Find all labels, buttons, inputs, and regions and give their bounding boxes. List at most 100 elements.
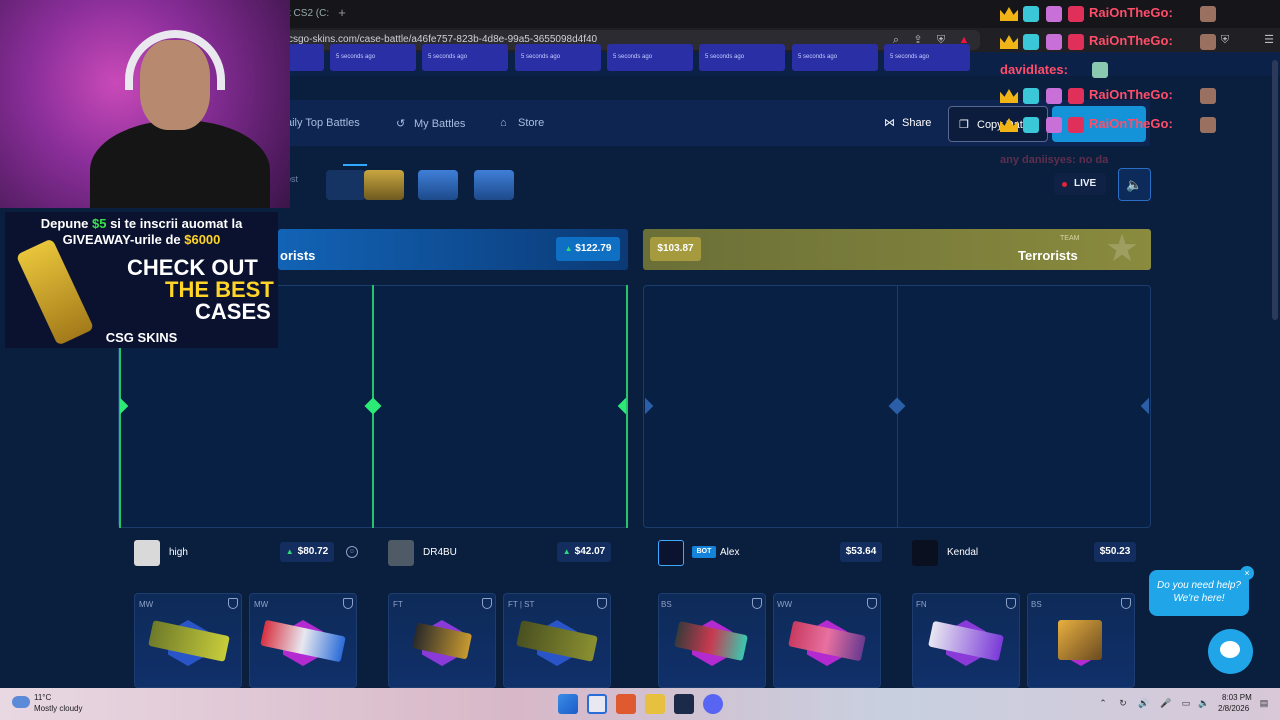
item-wear: FT | ST — [508, 600, 535, 609]
sponsor-ad: Depune $5 si te inscrii auomat la GIVEAW… — [5, 212, 278, 348]
store-link[interactable]: ⌂ Store — [500, 117, 544, 129]
sub-badge-icon — [1023, 6, 1039, 22]
avatar[interactable] — [134, 540, 160, 566]
item-wear: BS — [1031, 600, 1042, 609]
player-name[interactable]: Kendal — [947, 547, 978, 558]
ct-team-value-text: $122.79 — [575, 243, 612, 254]
ad-text: GIVEAWAY-urile de — [62, 232, 185, 247]
chat-message-faded: any daniisyes: no da — [1000, 154, 1109, 166]
notification-icon[interactable]: ▤ — [1259, 698, 1269, 708]
emote-icon — [1200, 6, 1216, 22]
store-label: Store — [518, 117, 545, 129]
recent-battle-time: 5 seconds ago — [521, 54, 561, 60]
shield-icon — [867, 598, 877, 609]
avatar[interactable] — [388, 540, 414, 566]
case-thumbnail[interactable] — [326, 170, 366, 200]
item-wear: MW — [254, 600, 269, 609]
weather-temperature[interactable]: 11°C — [34, 693, 51, 702]
shield-icon — [1121, 598, 1131, 609]
volume-icon[interactable]: 🔉 — [1198, 698, 1209, 708]
item-wear: FN — [916, 600, 927, 609]
taskbar — [0, 688, 1280, 720]
channel-badge-icon — [1068, 88, 1084, 104]
weather-description[interactable]: Mostly cloudy — [34, 704, 82, 713]
recent-battle-card[interactable] — [288, 44, 324, 71]
avatar[interactable] — [912, 540, 938, 566]
ad-amount: $6000 — [184, 232, 221, 247]
bot-badge: BOT — [692, 546, 716, 558]
clock-date[interactable]: 2/8/2026 — [1218, 704, 1249, 713]
recent-battle-card[interactable]: 5 seconds ago — [330, 44, 416, 71]
player-value-text: $80.72 — [297, 546, 329, 557]
start-icon[interactable] — [558, 694, 578, 714]
close-icon[interactable]: × — [1240, 566, 1254, 580]
cloud-icon[interactable] — [12, 696, 30, 708]
ad-cases: CASES — [195, 299, 271, 324]
daily-top-battles-link[interactable]: aily Top Battles — [286, 117, 360, 129]
player-name[interactable]: Alex — [720, 547, 739, 558]
scrollbar[interactable] — [1272, 60, 1278, 320]
channel-badge-icon — [1068, 34, 1084, 50]
value-up-icon: ▲ — [562, 547, 571, 556]
my-battles-link[interactable]: ↺ My Battles — [396, 117, 465, 130]
recent-battle-time: 5 seconds ago — [890, 54, 930, 60]
microphone-icon[interactable]: 🎤 — [1160, 698, 1171, 708]
menu-icon[interactable]: ☰ — [1262, 33, 1276, 47]
player-name[interactable]: DR4BU — [423, 547, 457, 558]
case-thumbnail[interactable] — [418, 170, 458, 200]
shield-icon — [482, 598, 492, 609]
weapon-image — [1058, 620, 1102, 660]
recent-battle-card[interactable]: 5 seconds ago — [792, 44, 878, 71]
file-explorer-icon[interactable] — [645, 694, 665, 714]
player-name[interactable]: high — [169, 547, 188, 558]
recent-battle-card[interactable]: 5 seconds ago — [607, 44, 693, 71]
chat-bubble-icon — [1220, 641, 1240, 658]
clock-time[interactable]: 8:03 PM — [1222, 693, 1252, 702]
recent-battle-time: 5 seconds ago — [428, 54, 468, 60]
chevron-up-icon[interactable]: ⌃ — [1098, 698, 1108, 708]
sound-toggle-button[interactable]: 🔈 — [1118, 168, 1151, 201]
crown-icon — [1000, 89, 1018, 103]
player-value: ▲ $80.72 — [280, 542, 334, 562]
ct-team-value: ▲ $122.79 — [556, 237, 620, 261]
recent-battle-card[interactable]: 5 seconds ago — [515, 44, 601, 71]
live-dot-icon — [1062, 182, 1067, 187]
share-label: Share — [902, 117, 932, 129]
discord-icon[interactable] — [703, 694, 723, 714]
emote-icon — [1200, 34, 1216, 50]
brave-browser-icon[interactable] — [616, 694, 636, 714]
recent-battle-card[interactable]: 5 seconds ago — [422, 44, 508, 71]
new-tab-button[interactable]: + — [334, 4, 350, 22]
steam-icon[interactable] — [674, 694, 694, 714]
player-value: ▲ $42.07 — [557, 542, 611, 562]
speaker-icon[interactable]: 🔊 — [1138, 698, 1149, 708]
recent-battle-card[interactable]: 5 seconds ago — [699, 44, 785, 71]
network-icon[interactable]: ▭ — [1181, 698, 1191, 708]
sub-badge-icon — [1023, 117, 1039, 133]
sub-badge-icon — [1023, 34, 1039, 50]
recent-battle-time: 5 seconds ago — [613, 54, 653, 60]
gift-icon — [1046, 34, 1062, 50]
chat-username: RaiOnTheGo: — [1089, 5, 1173, 20]
case-thumbnail[interactable] — [474, 170, 514, 200]
gift-icon — [1046, 88, 1062, 104]
case-thumbnail[interactable] — [364, 170, 404, 200]
share-button[interactable]: ⋈ Share — [884, 116, 931, 129]
t-team-name: Terrorists — [1018, 248, 1078, 263]
t-team-label: TEAM — [1060, 235, 1080, 242]
shield-icon — [343, 598, 353, 609]
sync-icon[interactable]: ↻ — [1118, 698, 1128, 708]
item-wear: FT — [393, 600, 403, 609]
smile-icon[interactable]: ☺ — [346, 546, 358, 558]
avatar[interactable] — [658, 540, 684, 566]
ad-text: Depune — [40, 216, 92, 231]
help-bubble[interactable]: Do you need help? We're here! — [1149, 570, 1249, 616]
headset-icon — [125, 30, 225, 90]
spinner-divider — [626, 285, 628, 528]
history-icon: ↺ — [396, 118, 406, 130]
csgo-skins-logo: CSG SKINS — [105, 330, 178, 345]
ad-amount: $5 — [92, 216, 107, 231]
recent-battle-card[interactable]: 5 seconds ago — [884, 44, 970, 71]
task-view-icon[interactable] — [587, 694, 607, 714]
brave-shield-icon[interactable]: ⛨ — [1218, 33, 1232, 47]
